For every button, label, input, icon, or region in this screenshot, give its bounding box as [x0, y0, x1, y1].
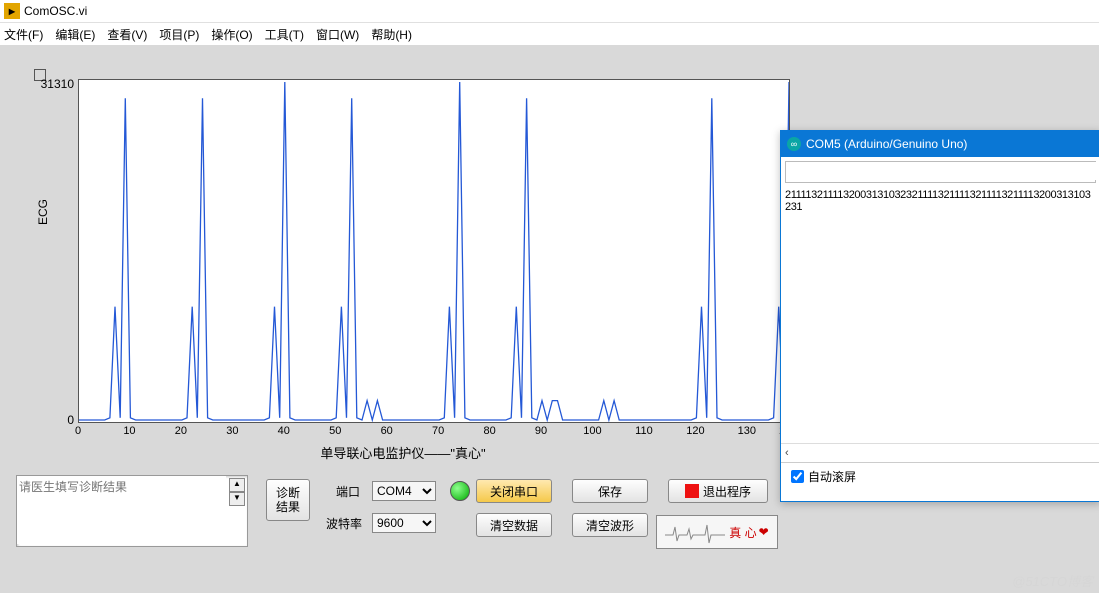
menu-file[interactable]: 文件(F): [4, 26, 43, 43]
menu-help[interactable]: 帮助(H): [371, 26, 412, 43]
autoscroll-label: 自动滚屏: [808, 468, 856, 485]
xtick: 90: [529, 425, 553, 437]
serial-monitor-window[interactable]: ∞ COM5 (Arduino/Genuino Uno) 21111321111…: [780, 130, 1099, 502]
port-label: 端口: [336, 483, 360, 500]
menu-project[interactable]: 项目(P): [159, 26, 199, 43]
diagnosis-textarea[interactable]: [17, 476, 226, 544]
xtick: 60: [375, 425, 399, 437]
heart-label: 真 心: [729, 524, 756, 541]
menu-view[interactable]: 查看(V): [107, 26, 147, 43]
serial-footer: 自动滚屏: [781, 462, 1099, 489]
baud-select[interactable]: 9600: [372, 513, 436, 533]
baud-label: 波特率: [326, 515, 362, 532]
app-icon: ▶: [4, 3, 20, 19]
serial-input[interactable]: [786, 162, 1099, 180]
panel: ECG 31310 0 0102030405060708090100110120…: [8, 53, 793, 583]
menu-window[interactable]: 窗口(W): [316, 26, 359, 43]
close-port-button[interactable]: 关闭串口: [476, 479, 552, 503]
xtick: 120: [683, 425, 707, 437]
serial-title: COM5 (Arduino/Genuino Uno): [806, 137, 967, 151]
xtick: 50: [323, 425, 347, 437]
clear-data-button[interactable]: 清空数据: [476, 513, 552, 537]
xtick: 40: [272, 425, 296, 437]
heart-icon: ❤: [759, 525, 769, 539]
xtick: 10: [117, 425, 141, 437]
xtick: 20: [169, 425, 193, 437]
scroll-left-icon[interactable]: ‹: [785, 447, 789, 459]
window-titlebar: ▶ ComOSC.vi: [0, 0, 1099, 23]
save-button[interactable]: 保存: [572, 479, 648, 503]
menu-bar: 文件(F) 编辑(E) 查看(V) 项目(P) 操作(O) 工具(T) 窗口(W…: [0, 23, 1099, 45]
status-led-icon: [450, 481, 470, 501]
serial-titlebar[interactable]: ∞ COM5 (Arduino/Genuino Uno): [781, 131, 1099, 157]
ecg-chart-title: 单导联心电监护仪——"真心": [18, 443, 788, 462]
arduino-icon: ∞: [787, 137, 801, 151]
spin-down-icon[interactable]: ▼: [229, 492, 245, 506]
menu-operate[interactable]: 操作(O): [211, 26, 252, 43]
autoscroll-checkbox[interactable]: [791, 470, 804, 483]
menu-edit[interactable]: 编辑(E): [55, 26, 95, 43]
exit-button[interactable]: 退出程序: [668, 479, 768, 503]
ecg-chart: ECG 31310 0 0102030405060708090100110120…: [18, 55, 788, 465]
port-select[interactable]: COM4: [372, 481, 436, 501]
serial-output[interactable]: 2111132111132003131032321111321111321111…: [781, 187, 1099, 443]
xtick: 80: [478, 425, 502, 437]
exit-label: 退出程序: [703, 483, 751, 500]
menu-tools[interactable]: 工具(T): [265, 26, 304, 43]
serial-input-wrap: [785, 161, 1096, 183]
xtick: 100: [580, 425, 604, 437]
xtick: 70: [426, 425, 450, 437]
heart-indicator: 真 心 ❤: [656, 515, 778, 549]
ecg-plot-area[interactable]: [78, 79, 790, 423]
front-panel: ECG 31310 0 0102030405060708090100110120…: [0, 45, 1099, 593]
xtick: 110: [632, 425, 656, 437]
xtick: 30: [220, 425, 244, 437]
xtick: 130: [735, 425, 759, 437]
window-title: ComOSC.vi: [24, 4, 87, 18]
clear-wave-button[interactable]: 清空波形: [572, 513, 648, 537]
xtick: 0: [66, 425, 90, 437]
ecg-y-label: ECG: [36, 199, 50, 225]
diagnose-button[interactable]: 诊断 结果: [266, 479, 310, 521]
mini-ecg-icon: [665, 519, 725, 545]
serial-hscroll[interactable]: ‹: [781, 443, 1099, 462]
control-row: ▲ ▼ 诊断 结果 端口 COM4 波特率 9600 关闭串口 保存 退出程序: [16, 473, 788, 575]
ecg-line: [79, 80, 789, 422]
diagnosis-text[interactable]: ▲ ▼: [16, 475, 248, 547]
stop-square-icon: [685, 484, 699, 498]
spin-up-icon[interactable]: ▲: [229, 478, 245, 492]
ytick-max: 31310: [34, 77, 74, 91]
watermark: @51CTO博客: [1012, 571, 1093, 590]
diagnosis-spinner[interactable]: ▲ ▼: [229, 478, 245, 506]
